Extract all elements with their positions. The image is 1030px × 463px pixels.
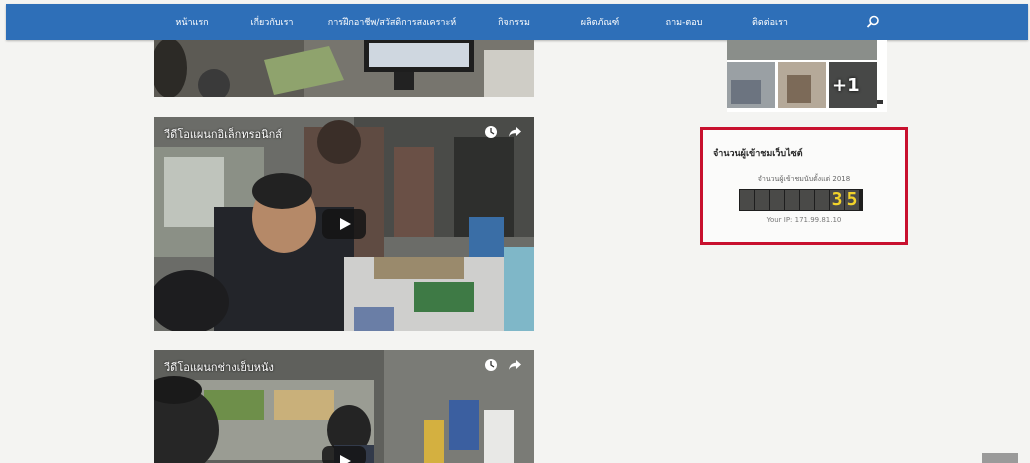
play-button[interactable] <box>322 446 366 463</box>
scroll-to-top-button[interactable] <box>982 453 1018 463</box>
nav-item-home[interactable]: หน้าแรก <box>175 15 208 29</box>
nav-item-contact[interactable]: ติดต่อเรา <box>752 15 788 29</box>
counter-digit: 5 <box>845 189 859 210</box>
video-electronics[interactable]: วีดีโอแผนกอิเล็กทรอนิกส์ <box>154 117 534 331</box>
video-title: วีดีโอแผนกอิเล็กทรอนิกส์ <box>164 128 282 141</box>
nav-item-faq[interactable]: ถาม-ตอบ <box>666 15 703 29</box>
nav-item-activities[interactable]: กิจกรรม <box>498 15 530 29</box>
share-icon[interactable] <box>508 357 522 376</box>
more-photos-count[interactable]: +1 <box>832 75 860 96</box>
search-icon[interactable] <box>866 14 880 33</box>
counter-digit <box>740 190 754 210</box>
nav-item-about[interactable]: เกี่ยวกับเรา <box>251 15 294 29</box>
counter-digit <box>815 190 829 210</box>
play-button[interactable] <box>322 209 366 239</box>
counter-digit <box>785 190 799 210</box>
visitor-count-display: 3 5 <box>739 189 863 211</box>
visitor-ip: Your IP: 171.99.81.10 <box>766 216 842 224</box>
counter-digit <box>770 190 784 210</box>
counter-digit <box>800 190 814 210</box>
counter-digit <box>755 190 769 210</box>
visitor-counter-widget: จำนวนผู้เข้าชมเว็บไซต์ จำนวนผู้เข้าชมนับ… <box>700 127 908 245</box>
video-leather[interactable]: วีดีโอแผนกช่างเย็บหนัง <box>154 350 534 463</box>
nav-item-training[interactable]: การฝึกอาชีพ/สวัสดิการสงเคราะห์ <box>328 15 456 29</box>
counter-digit: 3 <box>830 189 844 210</box>
counter-subtitle: จำนวนผู้เข้าชมนับตั้งแต่ 2018 <box>757 175 851 183</box>
video-thumbnail[interactable] <box>154 40 534 97</box>
top-navbar: หน้าแรก เกี่ยวกับเรา การฝึกอาชีพ/สวัสดิก… <box>6 4 1028 40</box>
watch-later-icon[interactable] <box>484 124 498 143</box>
share-icon[interactable] <box>508 124 522 143</box>
video-title: วีดีโอแผนกช่างเย็บหนัง <box>164 361 274 374</box>
nav-item-products[interactable]: ผลิตภัณฑ์ <box>581 15 619 29</box>
widget-title: จำนวนผู้เข้าชมเว็บไซต์ <box>713 149 803 159</box>
photo-gallery[interactable] <box>727 40 887 112</box>
watch-later-icon[interactable] <box>484 357 498 376</box>
